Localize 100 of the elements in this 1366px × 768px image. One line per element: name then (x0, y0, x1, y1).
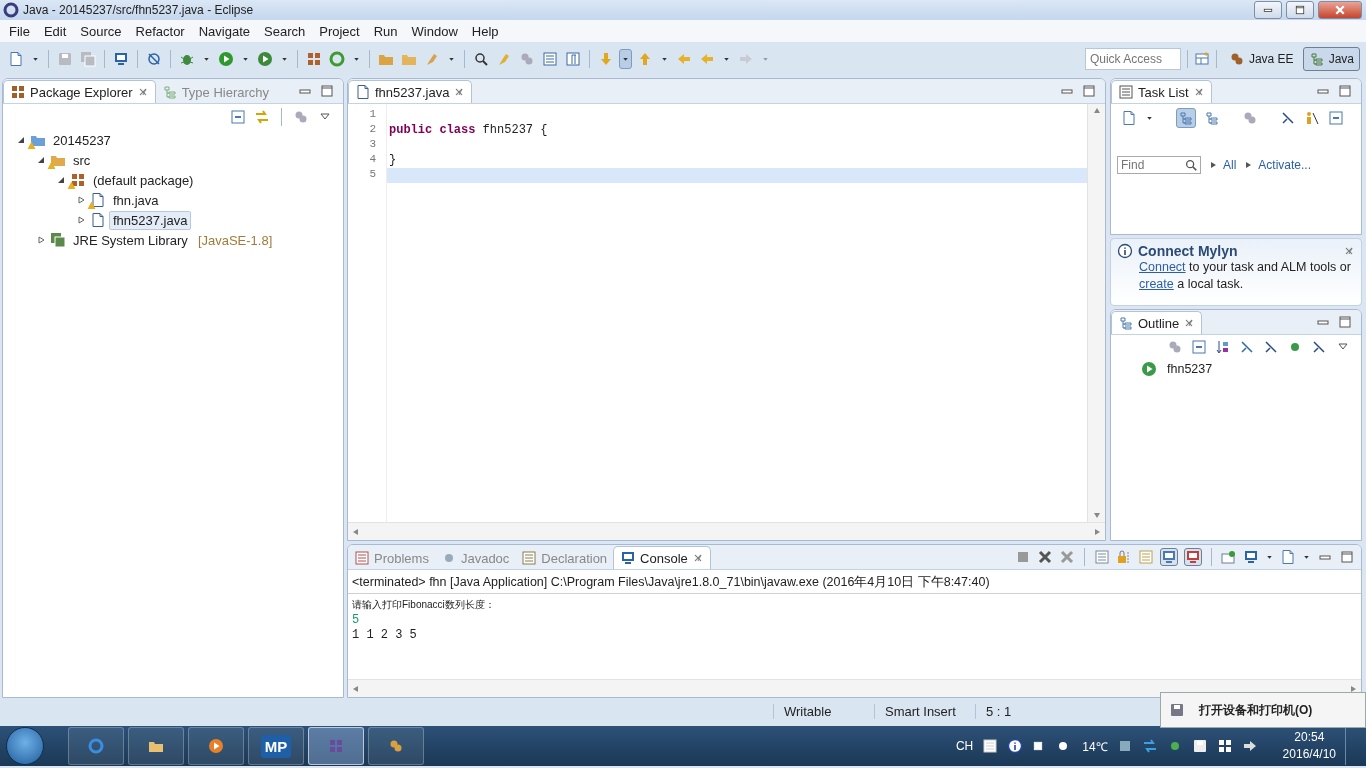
tree-item[interactable]: fhn5237.java (109, 210, 192, 230)
taskbar-app-button[interactable]: MP (248, 727, 304, 765)
paragraph-icon[interactable] (565, 51, 581, 67)
hide-static-icon[interactable] (1263, 339, 1279, 355)
filter-link[interactable]: All (1223, 158, 1237, 172)
scroll-up-icon[interactable] (1092, 106, 1101, 114)
collapsed-arrow-icon[interactable] (77, 196, 85, 204)
text-link[interactable]: Connect (1139, 260, 1186, 274)
minimize-button[interactable] (1254, 1, 1282, 19)
search-icon[interactable] (473, 51, 489, 67)
perspective-button[interactable]: Java (1302, 47, 1360, 71)
person-icon[interactable] (1304, 110, 1320, 126)
panel-tab[interactable]: Package Explorer (3, 80, 156, 103)
menu-item[interactable]: Search (257, 21, 313, 41)
taskbar-app-button[interactable] (368, 727, 424, 765)
menu-item[interactable]: File (2, 21, 37, 41)
expanded-arrow-icon[interactable] (57, 176, 65, 184)
menu-item[interactable]: Source (73, 21, 129, 41)
scroll-right-icon[interactable] (1349, 684, 1357, 693)
run-icon[interactable] (218, 51, 234, 67)
perspective-button[interactable]: Java EE (1222, 47, 1300, 71)
maximize-icon[interactable] (1337, 314, 1353, 330)
maximize-icon[interactable] (1339, 549, 1355, 565)
remove-all-icon[interactable] (1059, 549, 1075, 565)
collapse-all-icon[interactable] (230, 109, 246, 125)
collapse-all-icon[interactable] (1191, 339, 1207, 355)
stop-icon[interactable] (1015, 549, 1031, 565)
tree-item[interactable]: src (69, 150, 95, 170)
maximize-button[interactable] (1286, 1, 1314, 19)
tree-item[interactable]: 20145237 (49, 130, 115, 150)
horizontal-scrollbar[interactable] (348, 522, 1105, 540)
tree-item[interactable]: JRE System Library (69, 230, 192, 250)
remove-icon[interactable] (1037, 549, 1053, 565)
pin-icon[interactable] (1221, 549, 1237, 565)
list-icon[interactable] (542, 51, 558, 67)
taskbar-app-button[interactable] (188, 727, 244, 765)
scheduled-icon[interactable] (1204, 110, 1220, 126)
maximize-icon[interactable] (1081, 83, 1097, 99)
panel-tab[interactable]: Outline (1111, 311, 1203, 334)
menu-item[interactable]: Navigate (191, 21, 257, 41)
menu-item[interactable]: Run (366, 21, 405, 41)
language-indicator[interactable]: CH (955, 739, 974, 753)
tree-item[interactable]: (default package) (89, 170, 198, 190)
new-console-icon[interactable] (1280, 549, 1296, 565)
collapse-all-icon[interactable] (1328, 110, 1344, 126)
close-button[interactable] (1318, 1, 1362, 19)
find-field[interactable]: Find (1117, 156, 1201, 174)
new-task-icon[interactable] (1121, 110, 1137, 126)
tree-item[interactable]: fhn.java (109, 190, 163, 210)
scroll-lock-icon[interactable] (1116, 549, 1132, 565)
link-icon[interactable] (254, 109, 270, 125)
monitor-icon[interactable] (113, 51, 129, 67)
hide-fields-icon[interactable] (1239, 339, 1255, 355)
clock[interactable]: 20:54 2016/4/10 (1282, 729, 1336, 763)
text-link[interactable]: create (1139, 277, 1174, 291)
taskbar-app-button[interactable] (128, 727, 184, 765)
maximize-icon[interactable] (319, 83, 335, 99)
balls-icon[interactable] (1242, 110, 1258, 126)
start-button[interactable] (6, 727, 44, 765)
categorized-icon[interactable] (1178, 110, 1194, 126)
outline-item[interactable]: fhn5237 (1167, 362, 1213, 376)
menu-item[interactable]: Help (464, 21, 506, 41)
console-output-icon[interactable] (1161, 549, 1177, 565)
help-icon[interactable] (1007, 738, 1024, 754)
new-file-icon[interactable] (8, 51, 24, 67)
sort-icon[interactable] (1215, 339, 1231, 355)
taskbar-app-button[interactable] (308, 727, 364, 765)
panel-tab[interactable]: Task List (1111, 80, 1212, 103)
hide-local-icon[interactable] (1311, 339, 1327, 355)
expanded-arrow-icon[interactable] (17, 136, 25, 144)
collapsed-arrow-icon[interactable] (77, 216, 85, 224)
scroll-right-icon[interactable] (1093, 527, 1101, 536)
panel-tab[interactable]: fhn5237.java (348, 80, 473, 103)
balls-icon[interactable] (1167, 339, 1183, 355)
menu-item[interactable]: Project (312, 21, 367, 41)
scroll-left-icon[interactable] (352, 684, 360, 693)
filter-link[interactable]: Activate... (1258, 158, 1312, 172)
menu-item[interactable]: Edit (36, 21, 74, 41)
console-error-icon[interactable] (1185, 549, 1201, 565)
quick-access-field[interactable]: Quick Access (1084, 48, 1181, 70)
vertical-scrollbar[interactable] (1087, 104, 1105, 522)
menu-item[interactable]: Refactor (128, 21, 192, 41)
menu-item[interactable]: Window (404, 21, 465, 41)
sync-icon[interactable] (1141, 738, 1158, 754)
hide-completed-icon[interactable] (1280, 110, 1296, 126)
balls-icon[interactable] (293, 109, 309, 125)
slash-icon[interactable] (146, 51, 162, 67)
panel-tab[interactable]: Console (613, 546, 711, 569)
collapsed-arrow-icon[interactable] (37, 236, 45, 244)
menu-item[interactable]: 打开设备和打印机(O) (1199, 701, 1313, 719)
scroll-left-icon[interactable] (352, 527, 360, 536)
horizontal-scrollbar[interactable] (348, 679, 1361, 697)
maximize-icon[interactable] (1337, 83, 1353, 99)
external-run-icon[interactable] (257, 51, 273, 67)
package-icon[interactable] (306, 51, 322, 67)
scroll-down-icon[interactable] (1092, 512, 1101, 520)
taskbar-app-button[interactable] (68, 727, 124, 765)
expanded-arrow-icon[interactable] (37, 156, 45, 164)
display-console-icon[interactable] (1243, 549, 1259, 565)
open-perspective-icon[interactable] (1193, 51, 1210, 67)
